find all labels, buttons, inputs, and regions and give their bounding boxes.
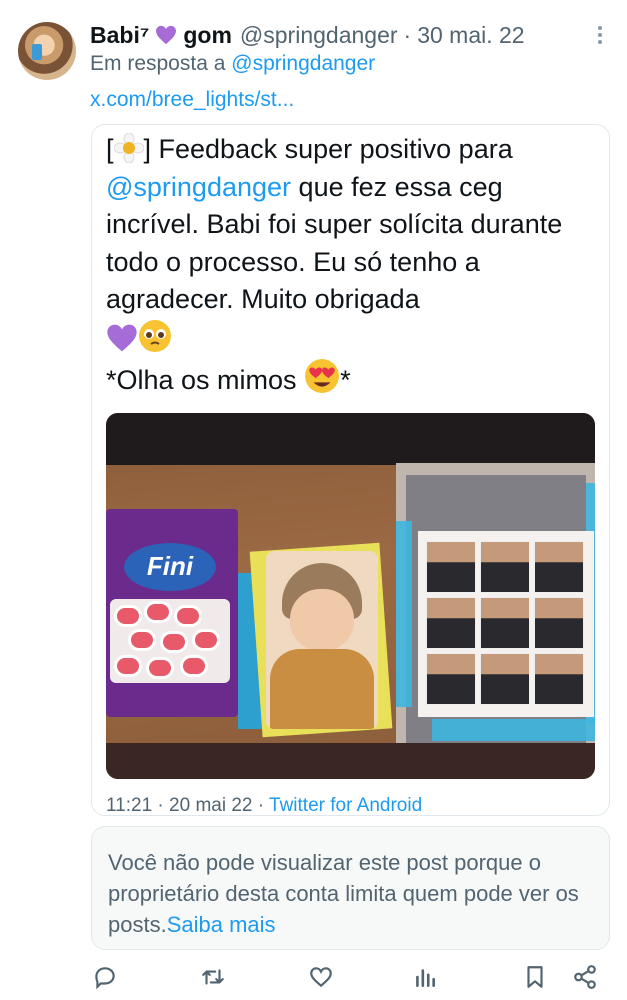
quoted-mention-link[interactable]: @springdanger <box>106 172 291 202</box>
quoted-date[interactable]: 20 mai 22 <box>169 795 252 816</box>
purple-heart-icon <box>156 25 177 45</box>
photo-background-dark <box>106 413 595 465</box>
sticker-photo <box>480 653 530 705</box>
bookmark-icon <box>527 966 543 988</box>
quoted-source-link[interactable]: Twitter for Android <box>269 795 422 816</box>
views-icon <box>416 969 435 987</box>
candy-window <box>110 599 230 683</box>
gummy-candy <box>174 605 202 627</box>
reply-handle-link[interactable]: @springdanger <box>231 52 375 75</box>
bookmark-button[interactable] <box>522 964 552 994</box>
photo-floor <box>106 743 595 779</box>
photocard-hoodie <box>270 649 374 729</box>
share-icon <box>574 965 596 989</box>
photocard-face <box>290 589 354 651</box>
sticker-photo <box>426 597 476 649</box>
quoted-tweet-meta: 11:21 · 20 mai 22 · Twitter for Android <box>106 795 422 817</box>
reply-button[interactable] <box>92 964 122 994</box>
reply-icon <box>95 967 115 990</box>
photocard <box>266 551 378 729</box>
meta-separator: · <box>257 795 265 816</box>
photo-sticker-sheet <box>418 531 594 717</box>
header-separator: · <box>403 21 412 48</box>
reply-context: Em resposta a @springdanger <box>90 52 375 76</box>
post-date[interactable]: 30 mai. 22 <box>417 22 524 49</box>
gummy-candy <box>128 629 156 651</box>
quote-text-line1: ] Feedback super positivo para <box>143 134 513 164</box>
tweet-header: Babi⁷ gom @springdanger · 30 mai. 22 <box>90 20 607 50</box>
photo-tape-left <box>396 521 412 707</box>
quoted-tweet-card[interactable]: [ ] Feedback super positivo para @spring… <box>91 124 610 816</box>
author-name-suffix[interactable]: gom <box>183 22 232 49</box>
quote-text-end: * <box>340 365 351 395</box>
restricted-post-notice: Você não pode visualizar este post porqu… <box>91 826 610 950</box>
gummy-candy <box>114 605 142 627</box>
pleading-face-icon <box>139 319 171 352</box>
learn-more-link[interactable]: Saiba mais <box>167 912 276 937</box>
candy-brand-label: Fini <box>124 543 216 591</box>
like-button[interactable] <box>308 964 338 994</box>
avatar-phone <box>32 44 42 60</box>
views-button[interactable] <box>412 964 442 994</box>
quoted-tweet-text: [ ] Feedback super positivo para @spring… <box>106 131 602 400</box>
photo-tape-bottom <box>432 719 595 741</box>
gummy-candy <box>160 631 188 653</box>
tweet-link[interactable]: x.com/bree_lights/st... <box>90 88 294 112</box>
retweet-icon <box>202 969 224 985</box>
sticker-photo <box>480 541 530 593</box>
reply-prefix: Em resposta a <box>90 52 226 75</box>
author-name[interactable]: Babi⁷ <box>90 22 149 49</box>
like-icon <box>310 967 332 988</box>
attached-photo[interactable]: Fini <box>106 413 595 779</box>
sticker-photo <box>534 541 584 593</box>
tweet-actions-bar <box>90 964 610 998</box>
sticker-photo <box>426 541 476 593</box>
quote-text-mimos: *Olha os mimos <box>106 365 297 395</box>
sticker-photo <box>534 653 584 705</box>
author-handle[interactable]: @springdanger <box>240 22 398 49</box>
purple-heart-icon <box>107 324 137 351</box>
heart-eyes-icon <box>305 359 340 393</box>
gummy-candy <box>114 655 142 677</box>
sticker-photo <box>426 653 476 705</box>
sticker-photo <box>480 597 530 649</box>
share-button[interactable] <box>572 964 602 994</box>
more-icon[interactable] <box>593 24 607 46</box>
avatar[interactable] <box>18 22 76 80</box>
blossom-emoji-icon <box>113 133 144 163</box>
sticker-photo <box>534 597 584 649</box>
quote-bracket-open: [ <box>106 134 114 164</box>
meta-separator: · <box>157 795 164 816</box>
retweet-button[interactable] <box>200 964 230 994</box>
notice-text: Você não pode visualizar este post porqu… <box>108 847 598 940</box>
gummy-candy <box>192 629 220 651</box>
gummy-candy <box>180 655 208 677</box>
quoted-time[interactable]: 11:21 <box>106 795 152 816</box>
gummy-candy <box>144 601 172 623</box>
gummy-candy <box>146 657 174 679</box>
